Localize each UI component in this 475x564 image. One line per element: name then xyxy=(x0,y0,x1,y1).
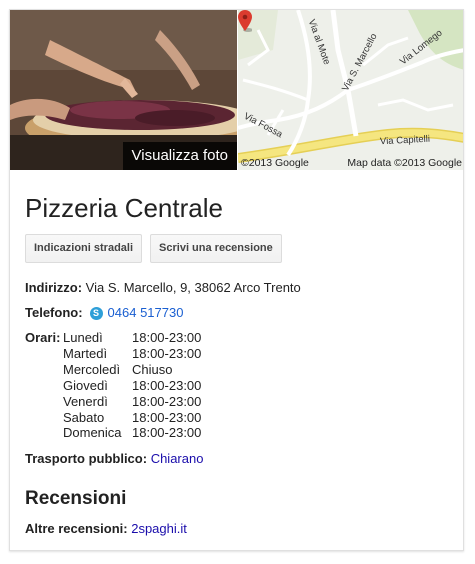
transport-link[interactable]: Chiarano xyxy=(151,451,204,466)
hours-time: 18:00-23:00 xyxy=(132,409,202,425)
phone-label: Telefono: xyxy=(25,305,83,320)
public-transport-row: Trasporto pubblico: Chiarano xyxy=(25,451,448,467)
skype-icon[interactable]: S xyxy=(89,306,103,320)
view-photos-button[interactable]: Visualizza foto xyxy=(122,142,237,170)
more-reviews-label: Altre recensioni: xyxy=(25,521,128,537)
hours-time: 18:00-23:00 xyxy=(132,377,202,393)
hours-day: Lunedì xyxy=(63,330,103,345)
hours-table: Lunedì 18:00-23:00 Martedì 18:00-23:00 Mer… xyxy=(63,330,201,441)
header-media: Visualizza foto Via al Mote Via Lomego V… xyxy=(10,10,463,170)
map-data-attribution: Map data ©2013 Google xyxy=(347,157,462,169)
hours-day: Domenica xyxy=(63,425,122,441)
place-title: Pizzeria Centrale xyxy=(25,193,223,223)
location-map[interactable]: Via al Mote Via Lomego Via S. Marcello V… xyxy=(238,10,463,170)
phone-link[interactable]: 0464 517730 xyxy=(108,305,184,321)
hours-day: Sabato xyxy=(63,409,105,425)
hours-row: Venerdì 18:00-23:00 xyxy=(63,394,201,410)
hours-row: Domenica 18:00-23:00 xyxy=(63,425,201,441)
more-reviews-row: Altre recensioni: 2spaghi.it xyxy=(25,521,448,537)
directions-button[interactable]: Indicazioni stradali xyxy=(25,234,143,263)
knowledge-panel: Visualizza foto Via al Mote Via Lomego V… xyxy=(9,9,464,551)
address-row: Indirizzo: Via S. Marcello, 9, 38062 Arc… xyxy=(25,280,448,296)
hours-row: Martedì 18:00-23:00 xyxy=(63,346,201,362)
hours-time: 18:00-23:00 xyxy=(132,425,202,441)
hours-day: Giovedì xyxy=(63,377,108,393)
hours-day: Martedì xyxy=(63,345,108,361)
action-buttons: Indicazioni stradali Scrivi una recensio… xyxy=(25,234,448,263)
hours-time: 18:00-23:00 xyxy=(132,345,202,361)
opening-hours: Orari: Lunedì 18:00-23:00 Martedì 18:00-23… xyxy=(25,330,448,441)
place-details: Pizzeria Centrale Indicazioni stradali S… xyxy=(10,170,463,537)
hours-row: Giovedì 18:00-23:00 xyxy=(63,378,201,394)
hours-time: 18:00-23:00 xyxy=(132,393,202,409)
location-pin-icon[interactable] xyxy=(238,10,252,32)
hours-row: Sabato 18:00-23:00 xyxy=(63,410,201,426)
reviews-heading: Recensioni xyxy=(25,488,127,510)
hours-day: Mercoledì xyxy=(63,361,121,377)
write-review-button[interactable]: Scrivi una recensione xyxy=(150,234,282,263)
map-copyright: ©2013 Google xyxy=(241,157,309,169)
address-label: Indirizzo: xyxy=(25,280,83,295)
hours-time: Chiuso xyxy=(132,361,173,377)
transport-label: Trasporto pubblico: xyxy=(25,451,148,467)
more-reviews-link[interactable]: 2spaghi.it xyxy=(131,521,187,536)
hours-label: Orari: xyxy=(25,330,61,345)
hours-day: Venerdì xyxy=(63,393,108,409)
hours-row: Lunedì 18:00-23:00 xyxy=(63,330,201,346)
phone-row: Telefono: S 0464 517730 xyxy=(25,305,448,321)
restaurant-photo[interactable]: Visualizza foto xyxy=(10,10,237,170)
address-value: Via S. Marcello, 9, 38062 Arco Trento xyxy=(85,280,301,295)
hours-row: Mercoledì Chiuso xyxy=(63,362,201,378)
hours-time: 18:00-23:00 xyxy=(132,330,202,345)
